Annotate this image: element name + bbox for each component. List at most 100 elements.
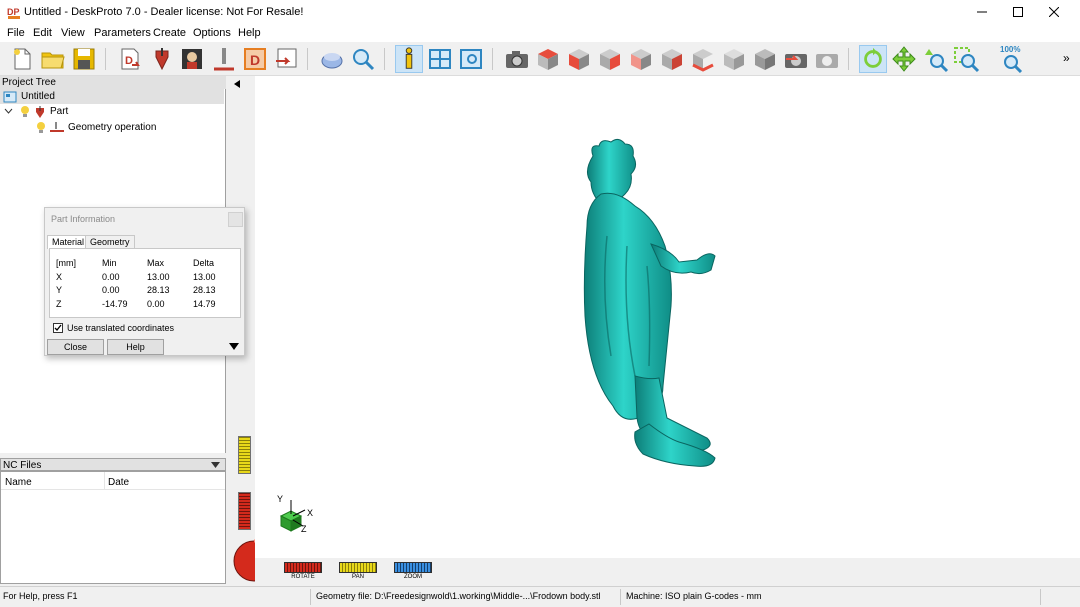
row-max: 28.13	[147, 285, 170, 295]
menu-help[interactable]: Help	[238, 27, 261, 39]
pan-label: PAN	[352, 574, 364, 580]
view-iso2-icon[interactable]	[751, 45, 779, 73]
toolbar-separator	[848, 48, 849, 70]
header-delta: Delta	[193, 258, 215, 268]
operation-icon[interactable]	[210, 45, 238, 73]
render-settings-icon[interactable]	[813, 45, 841, 73]
info-icon[interactable]	[395, 45, 423, 73]
menu-view[interactable]: View	[61, 27, 85, 39]
help-button[interactable]: Help	[107, 339, 164, 355]
rotate-vertical-slider[interactable]	[238, 492, 251, 530]
row-min: 0.00	[102, 272, 120, 282]
close-window-button[interactable]	[1036, 0, 1072, 24]
nc-files-list: Name Date	[0, 471, 226, 584]
title-bar: DP Untitled - DeskProto 7.0 - Dealer lic…	[0, 0, 1080, 24]
tree-root-label: Untitled	[21, 91, 55, 102]
tab-geometry[interactable]: Geometry	[85, 235, 135, 249]
close-icon	[1049, 7, 1059, 17]
zoom-window-icon[interactable]	[952, 45, 980, 73]
tree-item-part[interactable]: Part	[4, 104, 68, 119]
part-info-table: [mm] Min Max Delta X 0.00 13.00 13.00 Y …	[49, 248, 241, 318]
export-icon[interactable]	[272, 45, 300, 73]
pan-slider[interactable]	[339, 562, 377, 573]
main-toolbar: D D 100% »	[0, 42, 1080, 76]
toolbar-overflow-button[interactable]: »	[1063, 51, 1070, 65]
open-icon[interactable]	[39, 45, 67, 73]
zoom-mode-icon[interactable]	[921, 45, 949, 73]
view-right-icon[interactable]	[596, 45, 624, 73]
figure-model[interactable]	[255, 76, 1080, 558]
tab-material[interactable]: Material	[47, 235, 90, 249]
tree-root-untitled[interactable]: Untitled	[0, 89, 224, 104]
status-divider	[1040, 589, 1041, 605]
preview-icon[interactable]	[457, 45, 485, 73]
3d-viewport[interactable]: Y X Z	[255, 76, 1080, 558]
view-bottom-icon[interactable]	[689, 45, 717, 73]
view-left-icon[interactable]	[627, 45, 655, 73]
maximize-button[interactable]	[1000, 0, 1036, 24]
view-back-icon[interactable]	[658, 45, 686, 73]
column-divider[interactable]	[104, 472, 105, 490]
camera-icon[interactable]	[503, 45, 531, 73]
part-icon	[36, 105, 44, 118]
axis-x-label: X	[307, 508, 314, 518]
view-iso-icon[interactable]	[720, 45, 748, 73]
row-max: 0.00	[147, 299, 165, 309]
zoom-fit-button[interactable]: 100%	[997, 45, 1025, 74]
window-title: Untitled - DeskProto 7.0 - Dealer licens…	[24, 6, 304, 18]
layout-icon[interactable]	[426, 45, 454, 73]
zoom-part-icon[interactable]	[349, 45, 377, 73]
menu-options[interactable]: Options	[193, 27, 231, 39]
new-icon[interactable]	[8, 45, 36, 73]
minimize-icon	[977, 11, 987, 13]
bitmap-icon[interactable]	[178, 45, 206, 73]
menu-parameters[interactable]: Parameters	[94, 27, 151, 39]
minimize-button[interactable]	[964, 0, 1000, 24]
menu-create[interactable]: Create	[153, 27, 186, 39]
rotate-mode-icon[interactable]	[859, 45, 887, 73]
rotate-slider[interactable]	[284, 562, 322, 573]
svg-text:DP: DP	[7, 7, 20, 17]
drawing-icon[interactable]: D	[241, 45, 269, 73]
column-name[interactable]: Name	[5, 477, 32, 488]
dialog-close-button[interactable]	[228, 212, 243, 227]
toolbar-separator	[105, 48, 106, 70]
save-icon[interactable]	[70, 45, 98, 73]
status-divider	[620, 589, 621, 605]
dropdown-arrow-icon[interactable]	[211, 462, 220, 469]
lightbulb-icon[interactable]	[19, 105, 31, 118]
axis-z-label: Z	[301, 524, 307, 534]
toolbar-separator	[492, 48, 493, 70]
pan-vertical-slider[interactable]	[238, 436, 251, 474]
zoom-slider[interactable]	[394, 562, 432, 573]
material-icon[interactable]	[318, 45, 346, 73]
translated-coords-checkbox[interactable]	[53, 323, 63, 333]
nc-files-header[interactable]: NC Files	[0, 458, 226, 471]
view-top-icon[interactable]	[534, 45, 562, 73]
close-button[interactable]: Close	[47, 339, 104, 355]
view-front-icon[interactable]	[565, 45, 593, 73]
tree-item-geometry-operation[interactable]: Geometry operation	[35, 120, 156, 135]
toolbar-separator	[307, 48, 308, 70]
chevron-down-icon[interactable]	[4, 107, 13, 116]
operation-icon	[50, 122, 64, 132]
row-delta: 14.79	[193, 299, 216, 309]
menu-file[interactable]: File	[7, 27, 25, 39]
column-date[interactable]: Date	[108, 477, 129, 488]
header-max: Max	[147, 258, 165, 268]
project-icon	[3, 91, 17, 103]
part-icon[interactable]	[148, 45, 176, 73]
collapse-arrow-icon[interactable]	[234, 80, 240, 88]
status-bar: For Help, press F1 Geometry file: D:\Fre…	[0, 586, 1080, 607]
pan-mode-icon[interactable]	[890, 45, 918, 73]
status-geometry-file: Geometry file: D:\Freedesignwold\1.worki…	[316, 591, 601, 601]
lightbulb-icon[interactable]	[35, 121, 47, 134]
axis-y-label: Y	[277, 494, 284, 504]
zoom-label: ZOOM	[404, 574, 422, 580]
import-geometry-icon[interactable]: D	[116, 45, 144, 73]
menu-edit[interactable]: Edit	[33, 27, 52, 39]
expand-arrow-icon[interactable]	[229, 343, 239, 351]
translated-coords-label: Use translated coordinates	[67, 323, 175, 333]
status-machine: Machine: ISO plain G-codes - mm	[626, 591, 762, 601]
render-icon[interactable]	[782, 45, 810, 73]
